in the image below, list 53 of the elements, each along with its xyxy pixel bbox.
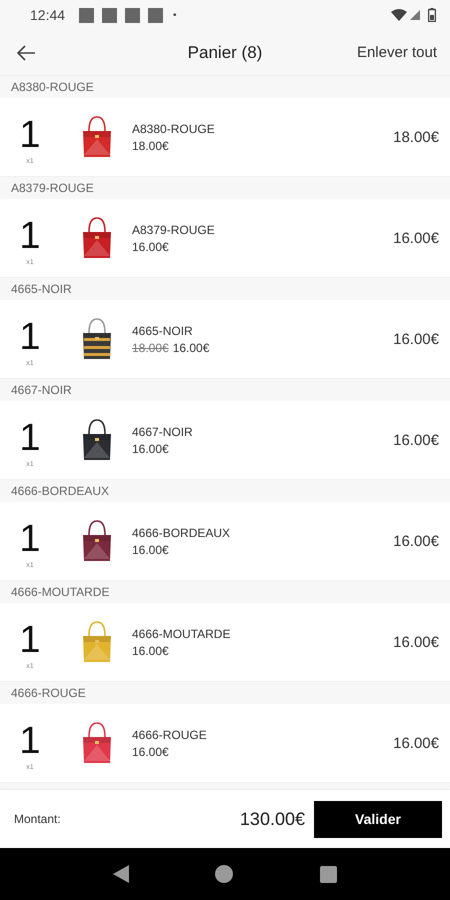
section-header: 4667-NOIR <box>11 383 72 397</box>
unit-price: 16.00€ <box>172 340 210 354</box>
notification-icon <box>102 8 118 22</box>
line-total: 16.00€ <box>393 634 439 650</box>
total-amount: 130.00€ <box>240 808 305 830</box>
unit-price: 18.00€ <box>132 138 169 152</box>
product-name: 4666-ROUGE <box>132 728 207 742</box>
notification-icon <box>125 8 140 22</box>
product-name: A8379-ROUGE <box>132 222 215 236</box>
notification-icon <box>79 8 94 22</box>
recents-icon[interactable] <box>320 866 337 882</box>
page-title: Panier (8) <box>188 42 262 62</box>
line-total: 16.00€ <box>393 330 439 348</box>
battery-icon <box>428 8 436 22</box>
home-icon[interactable] <box>215 865 234 883</box>
section-header: 4665-NOIR <box>11 282 72 296</box>
line-total: 16.00€ <box>393 532 439 550</box>
unit-price: 16.00€ <box>132 644 169 658</box>
remove-all-button[interactable]: Enlever tout <box>356 44 437 61</box>
quantity: 1 <box>19 620 41 658</box>
product-name: A8380-ROUGE <box>132 122 215 136</box>
amount-label: Montant: <box>14 812 61 826</box>
section-header: A8380-ROUGE <box>11 80 94 94</box>
validate-button[interactable]: Valider <box>314 800 442 838</box>
product-name: 4666-BORDEAUX <box>132 526 230 540</box>
section-header: 4666-ROUGE <box>11 686 86 700</box>
quantity: 1 <box>19 318 41 356</box>
unit-price: 16.00€ <box>132 240 169 254</box>
unit-price: 16.00€ <box>132 744 169 758</box>
unit-price: 16.00€ <box>132 442 169 456</box>
old-price: 18.00€ <box>132 340 169 354</box>
quantity: 1 <box>19 722 41 760</box>
back-icon[interactable] <box>113 865 130 883</box>
signal-icon <box>410 10 420 20</box>
line-total: 16.00€ <box>393 432 439 448</box>
wifi-icon <box>391 9 407 21</box>
line-total: 16.00€ <box>393 230 439 246</box>
section-header: 4666-BORDEAUX <box>11 484 110 498</box>
notification-icon <box>148 8 164 22</box>
quantity: 1 <box>19 116 41 154</box>
quantity: 1 <box>19 520 41 558</box>
status-dot: • <box>173 10 177 20</box>
quantity: 1 <box>19 216 41 254</box>
line-total: 16.00€ <box>393 734 439 752</box>
product-name: 4666-MOUTARDE <box>132 626 230 640</box>
line-total: 18.00€ <box>393 128 439 146</box>
section-header: A8379-ROUGE <box>11 181 94 195</box>
unit-price: 16.00€ <box>132 542 169 556</box>
product-name: 4667-NOIR <box>132 424 193 438</box>
status-time: 12:44 <box>30 7 66 23</box>
product-name: 4665-NOIR <box>132 324 194 338</box>
section-header: 4666-MOUTARDE <box>11 585 110 599</box>
quantity: 1 <box>19 418 41 456</box>
